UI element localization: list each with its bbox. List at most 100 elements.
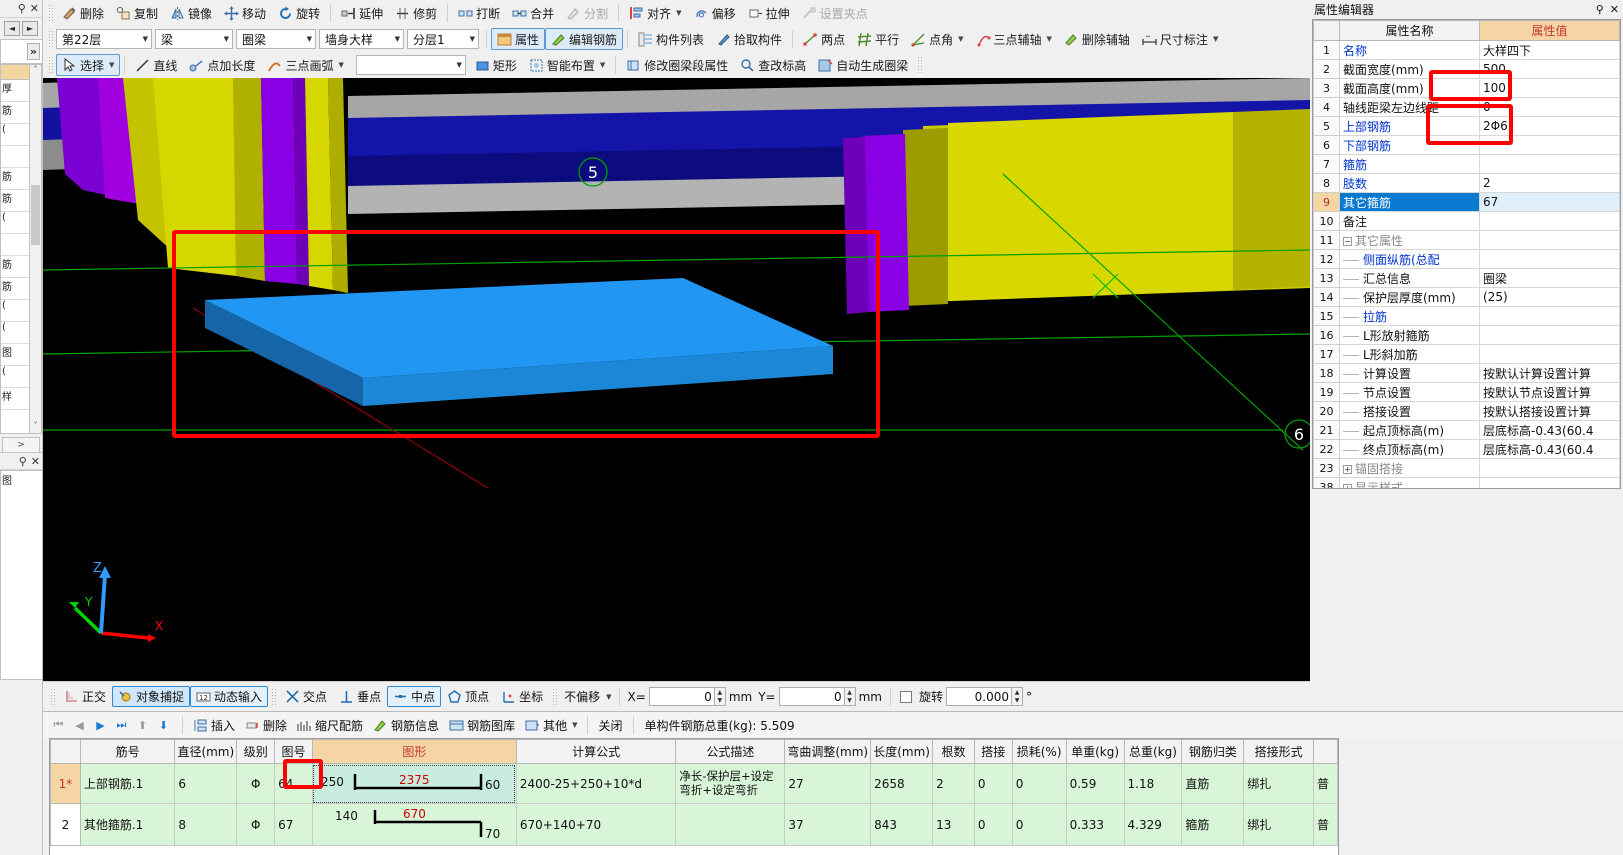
property-name[interactable]: 节点设置 (1339, 382, 1480, 402)
property-name[interactable]: 拉筋 (1339, 306, 1480, 326)
close-icon-2[interactable]: ✕ (31, 456, 40, 467)
property-name[interactable]: + 锚固搭接 (1339, 458, 1480, 478)
toolbar-grip[interactable] (48, 56, 53, 74)
cell-zhijing[interactable]: 6 (174, 763, 238, 804)
property-name[interactable]: 起点顶标高(m) (1339, 420, 1480, 440)
toolbar-button-rectangle[interactable]: 矩形 (469, 54, 523, 76)
property-row[interactable]: 20 搭接设置 按默认搭接设置计算 (1313, 401, 1620, 421)
cell-sunhao[interactable]: 0 (1011, 803, 1067, 846)
chevron-down-icon[interactable]: ▼ (572, 721, 577, 729)
toolbar-button-mirror[interactable]: 镜像 (164, 2, 218, 24)
toolbar-button-stretch[interactable]: 拉伸 (742, 2, 796, 24)
property-value[interactable]: 层底标高-0.43(60.4 (1479, 420, 1620, 440)
column-header-genshu[interactable]: 根数 (932, 739, 975, 764)
chevron-down-icon[interactable]: ▼ (395, 35, 400, 43)
status-button-dynamic-input[interactable]: 12 动态输入 (190, 686, 269, 707)
column-header-changdu[interactable]: 长度(mm) (870, 739, 934, 764)
expand-icon[interactable]: » (26, 43, 40, 60)
y-spinner[interactable]: ▲ ▼ (844, 687, 856, 706)
cell-gangjinguilei[interactable]: 箍筋 (1181, 803, 1245, 846)
chevron-down-icon[interactable]: ▼ (109, 61, 114, 69)
property-value[interactable]: (25) (1479, 287, 1620, 307)
cell-jisuangongshi[interactable]: 670+140+70 (515, 803, 677, 846)
status-button-osnap[interactable]: 对象捕捉 (112, 686, 191, 707)
property-row[interactable]: 23 + 锚固搭接 (1313, 458, 1620, 478)
cell-zongzhong[interactable]: 1.18 (1123, 763, 1183, 804)
cell-tuhao[interactable]: 64 (274, 763, 313, 804)
toolbar-button-delete[interactable]: 删除 (56, 2, 110, 24)
scroll-down-icon[interactable]: ˅ (30, 421, 41, 433)
toolbar-button-merge[interactable]: 合并 (506, 2, 560, 24)
property-row[interactable]: 18 计算设置 按默认计算设置计算 (1313, 363, 1620, 383)
toolbar-button-offset[interactable]: 偏移 (688, 2, 742, 24)
component-select[interactable]: 墙身大样 ▼ (319, 29, 404, 49)
property-row[interactable]: 21 起点顶标高(m) 层底标高-0.43(60.4 (1313, 420, 1620, 440)
property-value[interactable]: 2 (1479, 173, 1620, 193)
statusbar-grip[interactable] (50, 687, 55, 706)
pin-icon-2[interactable]: ⚲ (19, 456, 27, 467)
property-name[interactable]: 箍筋 (1339, 154, 1480, 174)
toolbar-button-two-point[interactable]: 两点 (797, 28, 851, 50)
spinner-up-icon[interactable]: ▲ (715, 688, 725, 697)
toolbar-button-extend[interactable]: 延伸 (335, 2, 389, 24)
property-value[interactable]: 层底标高-0.43(60.4 (1479, 439, 1620, 459)
cell-zongzhong[interactable]: 4.329 (1123, 803, 1183, 846)
cell-gangjinguilei[interactable]: 直筋 (1181, 763, 1245, 804)
cell-jibie[interactable]: Φ (236, 803, 276, 846)
property-value[interactable] (1479, 135, 1620, 155)
nav-next-record-button[interactable]: ▶ (91, 715, 110, 735)
toolbar-button-parallel[interactable]: 平行 (851, 28, 905, 50)
cell-tuhao[interactable]: 67 (274, 803, 313, 846)
toolbar-button-rotate[interactable]: 旋转 (272, 2, 326, 24)
category-select[interactable]: 梁 ▼ (155, 29, 233, 49)
rebar-button-scale-rebar[interactable]: 缩尺配筋 (292, 715, 368, 736)
chevron-down-icon[interactable]: ▼ (676, 9, 681, 17)
layer-select[interactable]: 分层1 ▼ (407, 29, 479, 49)
property-value[interactable] (1479, 211, 1620, 231)
chevron-down-icon[interactable]: ▼ (338, 61, 343, 69)
property-name[interactable]: 名称 (1339, 40, 1480, 60)
3d-viewport[interactable]: 5 6 X Y Z (43, 78, 1310, 681)
column-header-jibie[interactable]: 级别 (236, 739, 276, 764)
column-header-jinhao[interactable]: 筋号 (79, 739, 176, 764)
cell-dajie[interactable]: 0 (973, 803, 1013, 846)
property-name[interactable]: L形放射箍筋 (1339, 325, 1480, 345)
property-row[interactable]: 11− 其它属性 (1313, 230, 1620, 250)
property-name[interactable]: 截面宽度(mm) (1339, 59, 1480, 79)
spinner-down-icon[interactable]: ▼ (715, 697, 725, 706)
scroll-up-icon[interactable]: ˄ (30, 65, 41, 77)
property-value[interactable] (1479, 306, 1620, 326)
rebar-button-close-panel[interactable]: 关闭 (593, 715, 627, 736)
tree-expander-plus-icon[interactable]: + (1343, 464, 1352, 474)
property-row[interactable]: 4 轴线距梁左边线距 0 (1313, 97, 1620, 117)
column-header-wanqutiaozheng[interactable]: 弯曲调整(mm) (784, 739, 872, 764)
floor-select[interactable]: 第22层 ▼ (56, 29, 152, 49)
property-name[interactable]: 搭接设置 (1339, 401, 1480, 421)
property-row[interactable]: 5 上部钢筋 2Φ6 (1313, 116, 1620, 136)
toolbar-button-property[interactable]: 属性 (491, 28, 546, 50)
property-value-header[interactable]: 属性值 (1479, 20, 1620, 41)
chevron-down-icon[interactable]: ▼ (958, 35, 963, 43)
property-row[interactable]: 16 L形放射箍筋 (1313, 325, 1620, 345)
property-name[interactable]: 侧面纵筋(总配 (1339, 249, 1480, 269)
cell-wanqutiaozheng[interactable]: 37 (784, 803, 872, 846)
property-name[interactable]: 终点顶标高(m) (1339, 439, 1480, 459)
rebar-button-delete-row[interactable]: 删除 (240, 715, 292, 736)
status-button-intersection[interactable]: 交点 (279, 686, 333, 707)
chevron-down-icon[interactable]: ▼ (456, 61, 461, 69)
property-value[interactable] (1479, 477, 1620, 488)
status-button-vertex[interactable]: 顶点 (441, 686, 495, 707)
property-value[interactable] (1479, 154, 1620, 174)
y-coordinate-input[interactable]: 0 (778, 687, 845, 706)
cell-shape[interactable]: 140 670 70 (311, 803, 517, 846)
pin-icon[interactable]: ⚲ (18, 3, 26, 14)
x-spinner[interactable]: ▲ ▼ (714, 687, 726, 706)
property-row[interactable]: 9 其它箍筋 67 (1313, 192, 1620, 212)
property-name[interactable]: − 其它属性 (1339, 230, 1480, 250)
chevron-down-icon[interactable]: ▼ (307, 35, 312, 43)
column-header-tuxing[interactable]: 图形 (311, 739, 517, 764)
property-row[interactable]: 6 下部钢筋 (1313, 135, 1620, 155)
cell-sunhao[interactable]: 0 (1011, 763, 1067, 804)
row-number[interactable]: 1* (50, 763, 81, 804)
left-panel-scrollbar[interactable]: ˄ ˅ (29, 64, 42, 434)
